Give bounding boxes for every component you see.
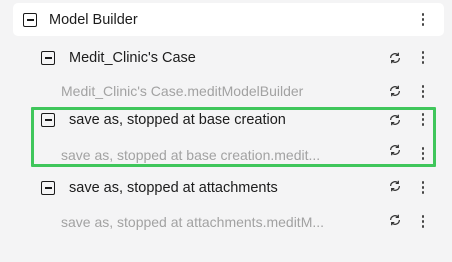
more-vertical-icon[interactable] [421, 181, 425, 195]
tree-item-sublabel[interactable]: Medit_Clinic's Case.meditModelBuilder [61, 82, 303, 100]
tree-item-sublabel[interactable]: save as, stopped at attachments.meditM..… [61, 213, 324, 231]
tree-item-label[interactable]: save as, stopped at base creation [69, 111, 286, 129]
panel-title: Model Builder [49, 12, 138, 28]
more-vertical-icon[interactable] [421, 13, 425, 27]
more-vertical-icon[interactable] [421, 113, 425, 127]
more-vertical-icon[interactable] [421, 85, 425, 99]
model-builder-panel: Model Builder Medit_Clinic's Case Medit_… [0, 0, 452, 262]
more-vertical-icon[interactable] [421, 51, 425, 65]
sync-icon[interactable] [388, 213, 402, 227]
collapse-icon[interactable] [41, 181, 55, 195]
sync-icon[interactable] [388, 51, 402, 65]
collapse-icon[interactable] [23, 13, 37, 27]
collapse-icon[interactable] [41, 51, 55, 65]
sync-icon[interactable] [388, 113, 402, 127]
sync-icon[interactable] [388, 179, 402, 193]
tree-item-label[interactable]: Medit_Clinic's Case [69, 49, 196, 67]
collapse-icon[interactable] [41, 113, 55, 127]
sync-icon[interactable] [388, 143, 402, 157]
more-vertical-icon[interactable] [421, 215, 425, 229]
tree-item-label[interactable]: save as, stopped at attachments [69, 179, 278, 197]
tree-item-sublabel[interactable]: save as, stopped at base creation.medit.… [61, 146, 320, 164]
more-vertical-icon[interactable] [421, 147, 425, 161]
sync-icon[interactable] [388, 84, 402, 98]
